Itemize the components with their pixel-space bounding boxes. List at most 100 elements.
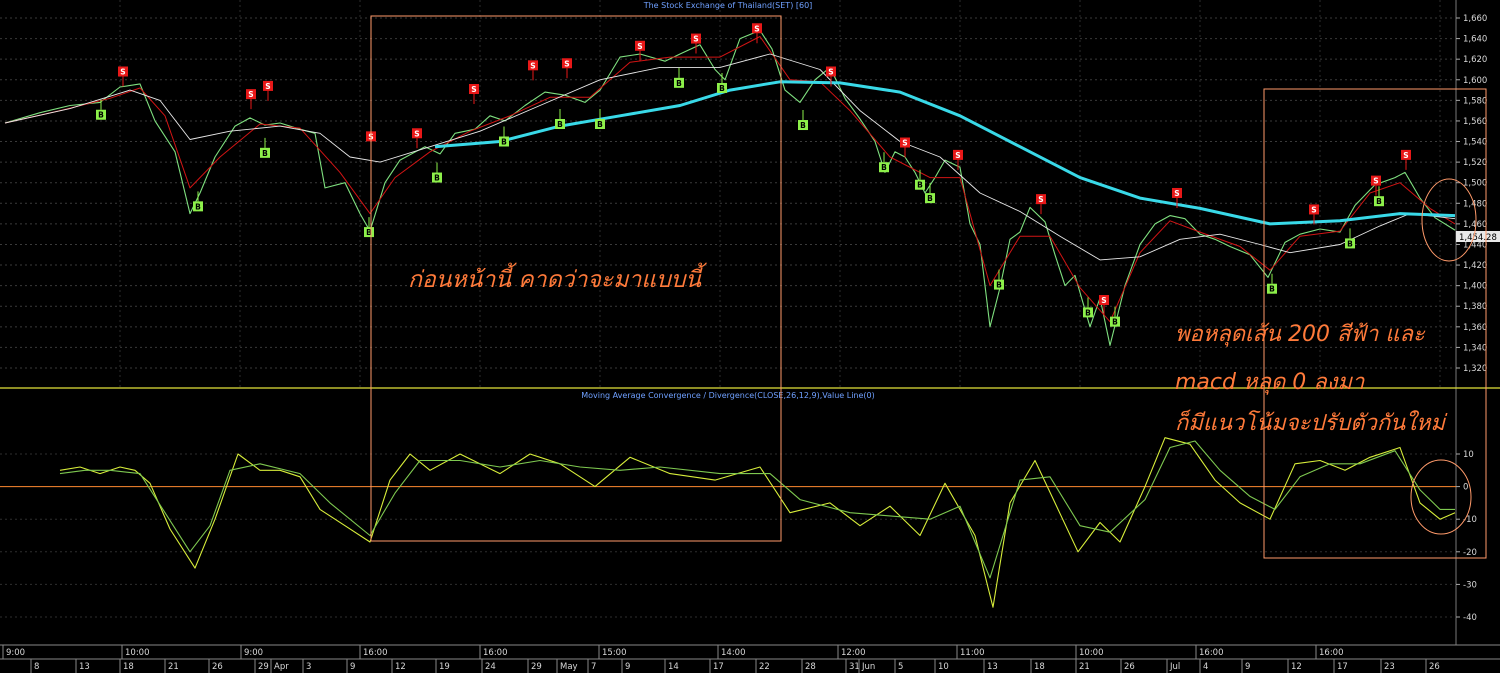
time-label-top: 9:00	[244, 648, 263, 658]
last-price-tag: 1,454.28	[1456, 231, 1500, 243]
macd-tick-label: 0	[1463, 483, 1468, 493]
sell-marker-label: S	[1038, 195, 1043, 204]
annotation-text-downtrend: ก็มีแนวโน้มจะปรับตัวกันใหม่	[1175, 411, 1445, 436]
buy-marker-label: B	[1112, 318, 1118, 327]
price-tick-label: 1,580	[1463, 96, 1487, 106]
buy-marker-label: B	[676, 79, 682, 88]
price-tick-label: 1,340	[1463, 343, 1487, 353]
time-label-bottom: 19	[439, 662, 450, 672]
time-label-bottom: 8	[34, 662, 39, 672]
macd-tick-label: -40	[1463, 613, 1477, 623]
time-label-top: 11:00	[960, 648, 985, 658]
time-label-bottom: Jun	[861, 662, 875, 672]
time-label-bottom: 12	[395, 662, 406, 672]
sell-marker-label: S	[637, 42, 642, 51]
buy-marker-label: B	[881, 163, 887, 172]
macd-tick-label: -10	[1463, 515, 1477, 525]
buy-marker-label: B	[1269, 285, 1275, 294]
sell-marker-label: S	[754, 24, 759, 33]
buy-marker-label: B	[501, 138, 507, 147]
price-tick-label: 1,540	[1463, 138, 1487, 148]
time-label-bottom: 26	[212, 662, 223, 672]
time-label-bottom: 31	[849, 662, 860, 672]
time-label-bottom: 26	[1429, 662, 1440, 672]
time-label-bottom: 14	[668, 662, 679, 672]
time-label-bottom: 13	[79, 662, 90, 672]
time-label-bottom: 21	[1079, 662, 1090, 672]
time-label-bottom: Apr	[274, 662, 289, 672]
time-label-bottom: 23	[1384, 662, 1395, 672]
sell-marker-label: S	[248, 90, 253, 99]
annotation-text-expected: ก่อนหน้านี้ คาดว่าจะมาแบบนี้	[408, 267, 702, 293]
time-label-top: 14:00	[721, 648, 746, 658]
sell-marker-label: S	[1101, 296, 1106, 305]
sell-marker-label: S	[265, 82, 270, 91]
sell-marker-label: S	[1311, 205, 1316, 214]
time-label-bottom: 10	[938, 662, 949, 672]
time-label-bottom: 3	[306, 662, 311, 672]
price-tick-label: 1,560	[1463, 117, 1487, 127]
time-label-top: 16:00	[363, 648, 388, 658]
buy-marker-label: B	[927, 194, 933, 203]
buy-marker-label: B	[1347, 239, 1353, 248]
time-label-bottom: 5	[898, 662, 903, 672]
time-label-bottom: 9	[350, 662, 355, 672]
sell-marker-label: S	[955, 151, 960, 160]
time-label-top: 16:00	[1319, 648, 1344, 658]
time-label-top: 12:00	[841, 648, 866, 658]
time-label-top: 9:00	[6, 648, 25, 658]
time-label-bottom: 13	[987, 662, 998, 672]
buy-marker-label: B	[996, 281, 1002, 290]
annotation-text-break-200: พอหลุดเส้น 200 สีฟ้า และ	[1175, 322, 1425, 347]
buy-marker-label: B	[1376, 197, 1382, 206]
price-tick-label: 1,640	[1463, 35, 1487, 45]
price-tick-label: 1,620	[1463, 55, 1487, 65]
price-tick-label: 1,380	[1463, 302, 1487, 312]
sell-marker-label: S	[1373, 177, 1378, 186]
time-label-top: 10:00	[1079, 648, 1104, 658]
buy-marker-label: B	[262, 149, 268, 158]
time-label-bottom: 28	[805, 662, 816, 672]
macd-chart-title: Moving Average Convergence / Divergence(…	[581, 391, 875, 400]
sell-marker-label: S	[414, 129, 419, 138]
sell-marker-label: S	[693, 35, 698, 44]
time-label-bottom: 12	[1291, 662, 1302, 672]
time-label-bottom: 7	[591, 662, 596, 672]
macd-tick-label: -30	[1463, 580, 1477, 590]
buy-marker-label: B	[434, 174, 440, 183]
sell-marker-label: S	[1403, 151, 1408, 160]
time-label-top: 10:00	[125, 648, 150, 658]
buy-marker-label: B	[800, 121, 806, 130]
buy-marker-label: B	[195, 202, 201, 211]
sell-marker-label: S	[828, 68, 833, 77]
time-label-bottom: 24	[485, 662, 496, 672]
time-label-bottom: 4	[1203, 662, 1208, 672]
price-tick-label: 1,320	[1463, 364, 1487, 374]
sell-marker-label: S	[120, 68, 125, 77]
price-tick-label: 1,360	[1463, 323, 1487, 333]
buy-marker-label: B	[719, 84, 725, 93]
sell-marker-label: S	[902, 139, 907, 148]
sell-marker-label: S	[471, 85, 476, 94]
price-tick-label: 1,500	[1463, 179, 1487, 189]
price-tick-label: 1,400	[1463, 282, 1487, 292]
time-label-top: 16:00	[483, 648, 508, 658]
buy-marker-label: B	[597, 120, 603, 129]
time-label-bottom: 18	[123, 662, 134, 672]
time-label-bottom: 18	[1034, 662, 1045, 672]
main-chart-title: The Stock Exchange of Thailand(SET) [60]	[643, 1, 813, 10]
buy-marker-label: B	[917, 181, 923, 190]
time-label-bottom: 17	[713, 662, 724, 672]
annotation-text-macd-below-zero: macd หลุด 0 ลงมา	[1175, 370, 1365, 395]
price-tick-label: 1,520	[1463, 158, 1487, 168]
macd-tick-label: 10	[1463, 450, 1474, 460]
last-price-label: 1,454.28	[1459, 233, 1497, 243]
buy-marker-label: B	[1085, 308, 1091, 317]
time-label-bottom: Jul	[1169, 662, 1180, 672]
sell-marker-label: S	[564, 59, 569, 68]
time-label-bottom: 29	[531, 662, 542, 672]
sell-marker-label: S	[530, 61, 535, 70]
price-tick-label: 1,660	[1463, 14, 1487, 24]
time-label-bottom: 9	[625, 662, 630, 672]
time-label-bottom: 22	[759, 662, 770, 672]
